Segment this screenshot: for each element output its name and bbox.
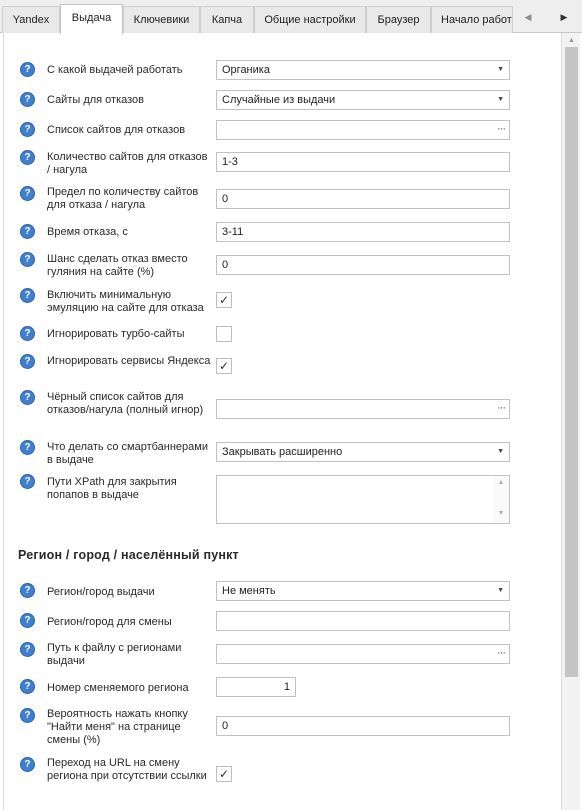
ignore-yandex-checkbox[interactable]: ✓ [216, 358, 232, 374]
regions-file-label: Путь к файлу с регионами выдачи [47, 642, 182, 667]
help-icon[interactable]: ? [20, 288, 35, 303]
tab-start-work[interactable]: Начало работ [431, 6, 513, 33]
results-mode-select[interactable]: Органика ▼ [216, 60, 510, 80]
help-icon[interactable]: ? [20, 390, 35, 405]
scroll-up-icon[interactable]: ▲ [493, 479, 509, 486]
tab-scroll-right-icon[interactable]: ▶ [554, 8, 574, 26]
help-icon[interactable]: ? [20, 62, 35, 77]
help-icon[interactable]: ? [20, 613, 35, 628]
help-icon[interactable]: ? [20, 252, 35, 267]
blacklist-label: Чёрный список сайтов для отказов/нагула … [47, 391, 204, 416]
vertical-scrollbar[interactable]: ▲ [561, 33, 580, 810]
results-mode-label: С какой выдачей работать [47, 64, 183, 76]
region-number-label: Номер сменяемого региона [47, 682, 189, 694]
help-icon[interactable]: ? [20, 583, 35, 598]
chevron-down-icon: ▼ [497, 448, 504, 455]
bounce-sites-select[interactable]: Случайные из выдачи ▼ [216, 90, 510, 110]
help-icon[interactable]: ? [20, 679, 35, 694]
tab-browser[interactable]: Браузер [366, 6, 431, 33]
results-mode-value: Органика [222, 64, 270, 76]
smartbanners-label: Что делать со смартбаннерами в выдаче [47, 441, 208, 466]
xpath-popups-label: Пути XPath для закрытия попапов в выдаче [47, 476, 177, 501]
help-icon[interactable]: ? [20, 92, 35, 107]
region-number-spinner[interactable]: 1 [216, 677, 296, 697]
help-icon[interactable]: ? [20, 757, 35, 772]
min-emulation-label: Включить минимальную эмуляцию на сайте д… [47, 289, 204, 314]
bounce-sites-value: Случайные из выдачи [222, 94, 336, 106]
chevron-down-icon: ▼ [497, 587, 504, 594]
url-fallback-checkbox[interactable]: ✓ [216, 766, 232, 782]
bounce-count-label: Количество сайтов для отказов / нагула [47, 151, 208, 176]
help-icon[interactable]: ? [20, 186, 35, 201]
region-results-label: Регион/город выдачи [47, 586, 155, 598]
ignore-turbo-label: Игнорировать турбо-сайты [47, 328, 185, 340]
ellipsis-icon[interactable]: ··· [497, 644, 506, 662]
region-change-label: Регион/город для смены [47, 616, 172, 628]
help-icon[interactable]: ? [20, 642, 35, 657]
tab-vydacha[interactable]: Выдача [60, 4, 123, 34]
help-icon[interactable]: ? [20, 326, 35, 341]
ellipsis-icon[interactable]: ··· [497, 399, 506, 417]
region-results-value: Не менять [222, 585, 276, 597]
help-icon[interactable]: ? [20, 122, 35, 137]
xpath-popups-textarea[interactable]: ▲ ▼ [216, 475, 510, 524]
tab-keywords[interactable]: Ключевики [123, 6, 200, 33]
blacklist-picker[interactable]: ··· [216, 399, 510, 419]
url-fallback-label: Переход на URL на смену региона при отсу… [47, 757, 207, 782]
help-icon[interactable]: ? [20, 354, 35, 369]
smartbanners-select[interactable]: Закрывать расширенно ▼ [216, 442, 510, 462]
bounce-chance-label: Шанс сделать отказ вместо гуляния на сай… [47, 253, 188, 278]
help-icon[interactable]: ? [20, 708, 35, 723]
find-me-chance-label: Вероятность нажать кнопку "Найти меня" н… [47, 708, 188, 746]
scroll-down-icon[interactable]: ▼ [493, 510, 509, 517]
chevron-down-icon: ▼ [497, 96, 504, 103]
help-icon[interactable]: ? [20, 224, 35, 239]
tab-scroll-left-icon[interactable]: ◀ [518, 8, 538, 26]
chevron-down-icon: ▼ [497, 66, 504, 73]
bounce-count-input[interactable]: 1-3 [216, 152, 510, 172]
min-emulation-checkbox[interactable]: ✓ [216, 292, 232, 308]
tab-general-settings[interactable]: Общие настройки [254, 6, 366, 33]
tab-captcha[interactable]: Капча [200, 6, 254, 33]
smartbanners-value: Закрывать расширенно [222, 446, 343, 458]
bounce-sites-label: Сайты для отказов [47, 94, 145, 106]
textarea-scrollbar[interactable]: ▲ ▼ [493, 476, 509, 523]
ignore-yandex-label: Игнорировать сервисы Яндекса [47, 355, 211, 367]
bounce-time-label: Время отказа, с [47, 226, 128, 238]
tab-strip: Yandex Выдача Ключевики Капча Общие наст… [0, 0, 582, 34]
tab-yandex[interactable]: Yandex [2, 6, 60, 33]
region-change-input[interactable] [216, 611, 510, 631]
bounce-limit-input[interactable]: 0 [216, 189, 510, 209]
scrollbar-thumb[interactable] [565, 47, 578, 677]
bounce-site-list-label: Список сайтов для отказов [47, 124, 186, 136]
region-results-select[interactable]: Не менять ▼ [216, 581, 510, 601]
find-me-chance-input[interactable]: 0 [216, 716, 510, 736]
ignore-turbo-checkbox[interactable] [216, 326, 232, 342]
region-section-title: Регион / город / населённый пункт [18, 548, 239, 562]
help-icon[interactable]: ? [20, 474, 35, 489]
help-icon[interactable]: ? [20, 440, 35, 455]
bounce-site-list-picker[interactable]: ··· [216, 120, 510, 140]
regions-file-picker[interactable]: ··· [216, 644, 510, 664]
bounce-limit-label: Предел по количеству сайтов для отказа /… [47, 186, 199, 211]
bounce-chance-input[interactable]: 0 [216, 255, 510, 275]
ellipsis-icon[interactable]: ··· [497, 120, 506, 138]
help-icon[interactable]: ? [20, 150, 35, 165]
bounce-time-input[interactable]: 3-11 [216, 222, 510, 242]
